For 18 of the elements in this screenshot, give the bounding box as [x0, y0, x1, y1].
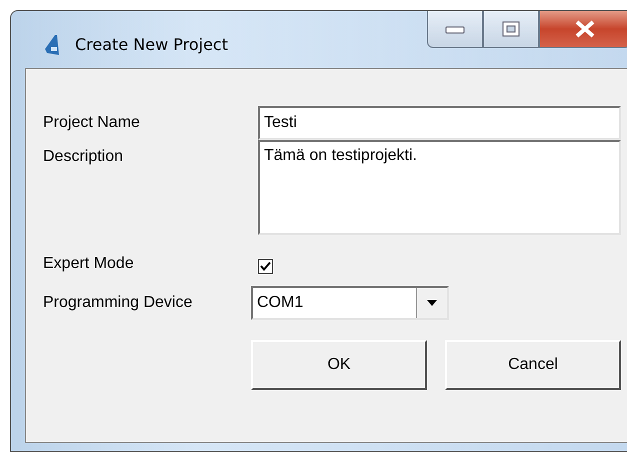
- caret-icon: [427, 300, 437, 306]
- dialog-button[interactable]: OK: [251, 340, 427, 390]
- dropdown[interactable]: COM1: [251, 286, 449, 320]
- dialog-button[interactable]: Cancel: [445, 340, 621, 390]
- close-icon: [574, 20, 596, 38]
- checkbox[interactable]: [258, 259, 273, 274]
- minimize-icon: [443, 24, 467, 34]
- input-field[interactable]: Testi: [258, 106, 621, 140]
- field-label: Description: [43, 147, 124, 166]
- field-label: Expert Mode: [43, 254, 135, 273]
- field-label: Project Name: [43, 113, 141, 132]
- maximize-button[interactable]: [483, 11, 539, 48]
- minimize-button[interactable]: [427, 11, 483, 48]
- maximize-icon: [501, 20, 521, 38]
- text-area[interactable]: Tämä on testiprojekti.: [258, 140, 621, 235]
- close-button[interactable]: [539, 11, 627, 48]
- window-title: Create New Project: [75, 35, 228, 54]
- field-label: Programming Device: [43, 293, 194, 312]
